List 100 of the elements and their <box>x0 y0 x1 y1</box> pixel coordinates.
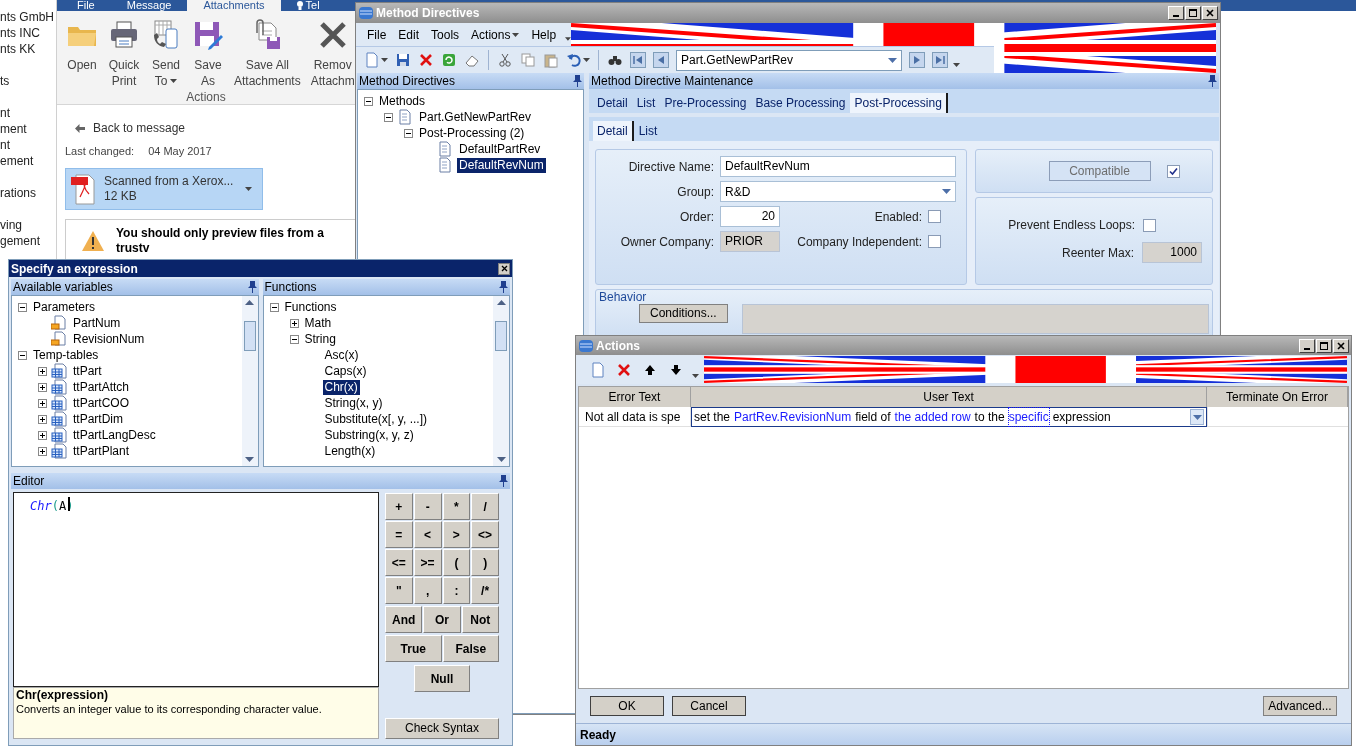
operator-button[interactable]: : <box>442 577 471 604</box>
menu-item[interactable]: Actions <box>466 24 525 45</box>
ribbon-button[interactable]: Save As <box>189 19 227 89</box>
back-link[interactable]: Back to message <box>65 120 355 136</box>
tree-item[interactable]: Substitute(x[, y, ...]) <box>322 411 429 427</box>
ribbon-tab[interactable]: Attachments <box>187 0 281 11</box>
expand-icon[interactable] <box>38 430 47 440</box>
sidebar-item[interactable]: gement <box>0 233 56 249</box>
sidebar-item[interactable]: ving <box>0 217 56 233</box>
expand-icon[interactable] <box>38 398 47 408</box>
sidebar-item[interactable]: ement <box>0 153 56 169</box>
tree-item[interactable]: PartNum <box>71 315 123 331</box>
operator-button[interactable]: Not <box>461 606 499 633</box>
tree-item[interactable]: String(x, y) <box>322 395 385 411</box>
column-header[interactable]: Terminate On Error <box>1207 387 1348 407</box>
ribbon-tab[interactable]: File <box>61 0 111 11</box>
tree-item[interactable]: Chr(x) <box>322 379 360 395</box>
tree-item[interactable]: Asc(x) <box>322 347 361 363</box>
sidebar-item[interactable]: ment <box>0 121 56 137</box>
literal-button[interactable]: False <box>442 635 499 662</box>
operator-button[interactable]: ( <box>442 549 471 576</box>
collapse-icon[interactable] <box>289 334 299 344</box>
tree-item[interactable]: DefaultPartRev <box>457 141 543 157</box>
scroll-thumb[interactable] <box>243 321 256 351</box>
checkbox[interactable] <box>1143 218 1156 232</box>
sidebar-item[interactable]: nts KK <box>0 41 56 57</box>
tree-item[interactable]: Length(x) <box>322 443 378 459</box>
operator-button[interactable]: /* <box>471 577 499 604</box>
operator-button[interactable]: Or <box>423 606 461 633</box>
operator-button[interactable]: < <box>413 521 442 548</box>
collapse-icon[interactable] <box>364 96 373 106</box>
tree-item[interactable]: Post-Processing (2) <box>417 125 527 141</box>
tree-item[interactable]: Functions <box>282 299 339 315</box>
collapse-icon[interactable] <box>18 350 27 360</box>
tree-item[interactable]: Temp-tables <box>31 347 101 363</box>
collapse-icon[interactable] <box>269 302 279 312</box>
operator-button[interactable]: And <box>385 606 423 633</box>
tree-item[interactable]: Methods <box>377 93 428 109</box>
link[interactable]: PartRev.RevisionNum <box>734 408 852 426</box>
tree-item[interactable]: ttPartPlant <box>71 443 132 459</box>
ribbon-button[interactable]: Quick Print <box>105 19 143 89</box>
tab[interactable]: List <box>634 121 662 141</box>
menu-item[interactable]: Help <box>526 24 562 45</box>
advanced-button[interactable]: Advanced... <box>1263 696 1337 716</box>
user-text-dropdown[interactable]: set the PartRev.RevisionNum field of the added row to the specific expression <box>691 407 1207 427</box>
expand-icon[interactable] <box>289 318 299 328</box>
dialog-button[interactable]: Cancel <box>672 696 746 716</box>
tab[interactable]: Detail <box>593 93 632 113</box>
tree-item[interactable]: ttPartLangDesc <box>71 427 158 443</box>
ribbon-button[interactable]: Save All Attachments <box>231 19 304 89</box>
ribbon-tab[interactable]: Message <box>110 0 188 11</box>
tree-item[interactable]: Math <box>302 315 334 331</box>
scrollbar[interactable] <box>493 296 509 466</box>
operator-button[interactable]: <= <box>385 549 413 576</box>
next-button[interactable] <box>907 49 927 71</box>
ribbon-button[interactable]: Open <box>63 19 101 73</box>
close-button[interactable] <box>498 262 510 275</box>
group-dropdown[interactable]: R&D <box>720 181 956 202</box>
tree-item[interactable]: ttPartCOO <box>71 395 131 411</box>
ribbon-button[interactable]: Remov Attachm <box>307 19 358 89</box>
operator-button[interactable]: <> <box>471 521 499 548</box>
expand-icon[interactable] <box>38 382 47 392</box>
tree-item[interactable]: String <box>302 331 338 347</box>
checkbox[interactable] <box>928 235 941 248</box>
minimize-button[interactable] <box>1299 338 1315 353</box>
check-syntax-button[interactable]: Check Syntax <box>385 717 499 739</box>
sidebar-item[interactable]: rations <box>0 185 56 201</box>
operator-button[interactable]: / <box>471 493 499 520</box>
operator-button[interactable]: + <box>385 493 413 520</box>
expand-icon[interactable] <box>38 414 47 424</box>
link[interactable]: the added row <box>894 408 971 426</box>
attachment-card[interactable]: Scanned from a Xerox... 12 KB <box>65 168 263 210</box>
text-field[interactable]: DefaultRevNum <box>720 156 956 177</box>
tab[interactable]: Pre-Processing <box>660 93 751 113</box>
sidebar-item[interactable]: nts GmbH <box>0 9 56 25</box>
minimize-button[interactable] <box>1168 6 1184 20</box>
collapse-icon[interactable] <box>384 112 393 122</box>
link[interactable]: specific <box>1008 408 1049 426</box>
dropdown-button[interactable] <box>1190 409 1204 425</box>
operator-button[interactable]: >= <box>413 549 442 576</box>
tab[interactable]: List <box>632 93 660 113</box>
sidebar-item[interactable]: nts INC <box>0 25 56 41</box>
menu-item[interactable]: Tools <box>426 24 465 45</box>
maximize-button[interactable] <box>1316 338 1332 353</box>
scrollbar[interactable] <box>241 296 258 466</box>
menu-item[interactable]: Edit <box>393 24 425 45</box>
dialog-button[interactable]: OK <box>590 696 664 716</box>
operator-button[interactable]: = <box>385 521 413 548</box>
previous-button[interactable] <box>651 49 671 71</box>
collapse-icon[interactable] <box>18 302 27 312</box>
operator-button[interactable]: - <box>413 493 442 520</box>
tree-item[interactable]: ttPartAttch <box>71 379 132 395</box>
tab[interactable]: Base Processing <box>751 93 850 113</box>
text-field[interactable]: 20 <box>720 206 780 227</box>
tree-item[interactable]: ttPart <box>71 363 104 379</box>
operator-button[interactable]: > <box>442 521 471 548</box>
expand-icon[interactable] <box>38 366 47 376</box>
tree-item[interactable]: Part.GetNewPartRev <box>417 109 534 125</box>
sidebar-item[interactable]: nt <box>0 137 56 153</box>
maximize-button[interactable] <box>1185 6 1201 20</box>
